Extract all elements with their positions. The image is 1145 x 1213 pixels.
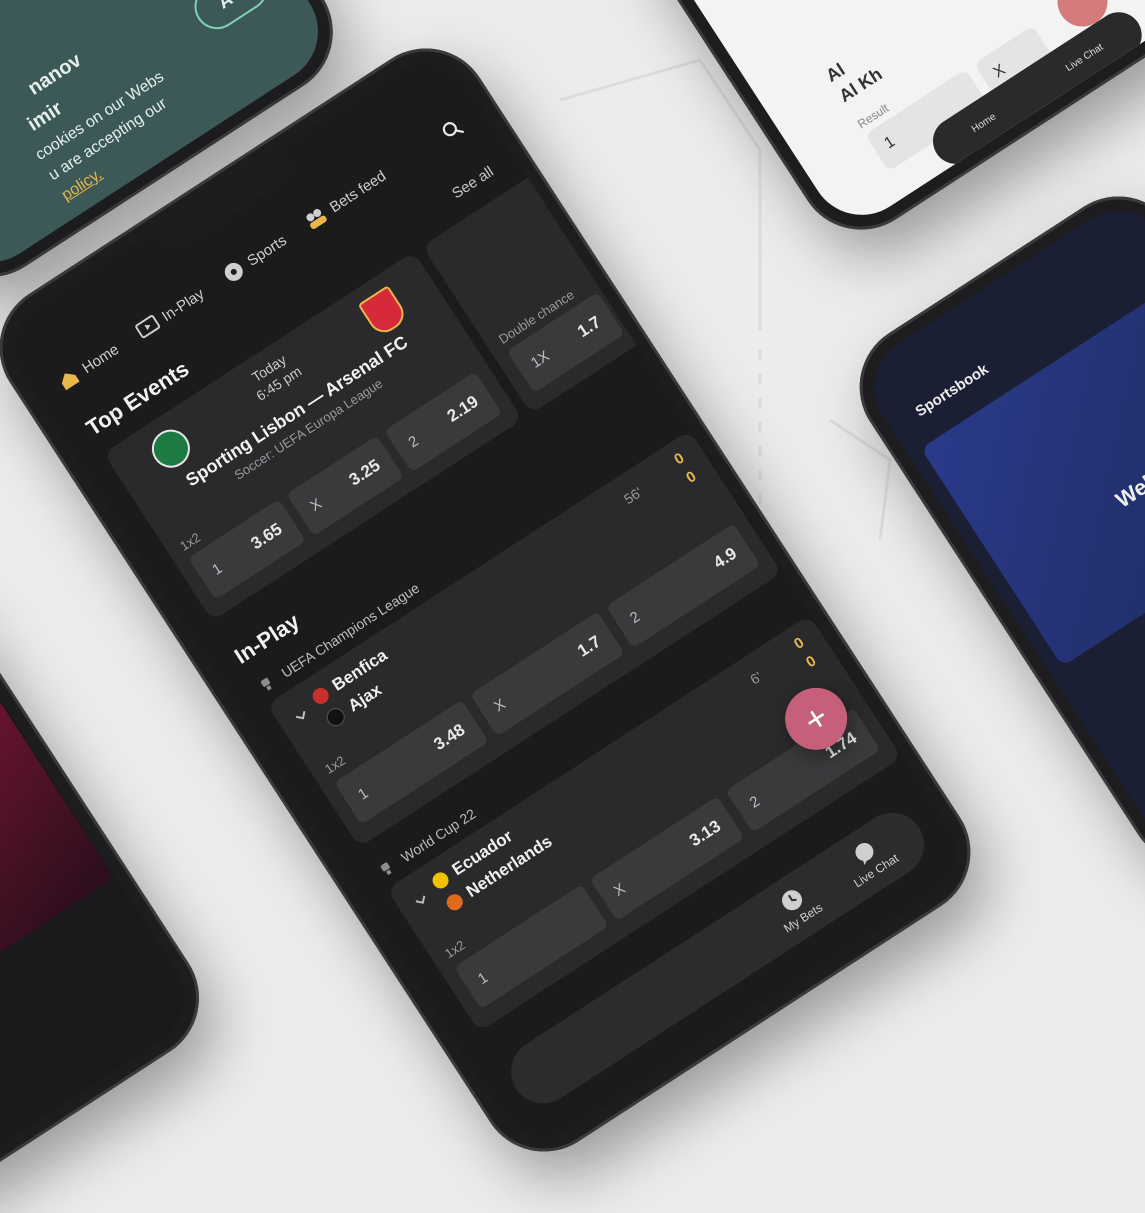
- nav-home-label: Home: [79, 340, 122, 377]
- odd-button-1x[interactable]: 1X 1.7: [506, 292, 625, 393]
- odd-button-x[interactable]: X 1.7: [469, 611, 625, 737]
- odd-button-2[interactable]: 2 4.9: [605, 523, 761, 649]
- odd-button-2[interactable]: 2 2.19: [384, 371, 503, 473]
- nav-inplay[interactable]: In-Play: [133, 283, 208, 343]
- odd-key: 1: [354, 784, 372, 804]
- play-icon: [133, 312, 163, 342]
- nav-live-chat[interactable]: Live Chat: [837, 830, 901, 890]
- match-minute: 6': [747, 668, 765, 688]
- odd-key: 1: [474, 968, 491, 988]
- nav-live-chat[interactable]: Live Chat: [1064, 41, 1105, 73]
- odd-key: 1: [208, 559, 226, 579]
- odd-value: 1.7: [574, 631, 605, 661]
- trophy-icon: [252, 669, 282, 699]
- odd-key: 2: [746, 792, 763, 812]
- soccer-ball-icon: [218, 257, 248, 287]
- odd-value: 3.13: [685, 816, 725, 851]
- home-icon: [53, 364, 83, 394]
- odd-key: 2: [626, 607, 643, 627]
- see-all-link[interactable]: See all: [449, 163, 497, 202]
- odd-value: 1.7: [574, 312, 605, 342]
- chevron-down-icon[interactable]: [407, 886, 437, 916]
- score-away: 0: [683, 467, 700, 487]
- chevron-down-icon[interactable]: [287, 701, 317, 731]
- odd-value: 3.65: [247, 519, 286, 554]
- odd-value: 4.9: [709, 543, 741, 573]
- odd-key: X: [307, 494, 325, 515]
- odd-key: X: [610, 879, 629, 900]
- score: 00: [790, 632, 821, 673]
- odd-value: 3.48: [430, 720, 469, 755]
- nav-home[interactable]: Home: [970, 111, 998, 135]
- users-icon: [301, 203, 331, 233]
- nav-sports-label: Sports: [243, 231, 290, 270]
- nav-sports[interactable]: Sports: [218, 229, 291, 287]
- ecuador-flag-icon: [429, 869, 452, 892]
- match-minute: 56': [620, 483, 645, 508]
- odd-key: X: [490, 695, 509, 715]
- trophy-icon: [371, 854, 401, 884]
- nav-bets-feed[interactable]: Bets feed: [301, 165, 390, 234]
- benfica-badge-icon: [309, 684, 332, 707]
- ajax-badge-icon: [323, 704, 349, 730]
- market-label: 1x2: [441, 937, 468, 962]
- odd-value: 3.25: [345, 455, 384, 490]
- nav-inplay-label: In-Play: [158, 285, 208, 325]
- search-icon[interactable]: [437, 115, 467, 145]
- odd-key: 2: [405, 432, 422, 451]
- name-top: nanov: [24, 49, 86, 100]
- odd-button-x[interactable]: X 3.13: [589, 796, 745, 921]
- odd-value: 2.19: [443, 391, 482, 426]
- odd-button-x[interactable]: X 3.25: [286, 435, 405, 537]
- score: 00: [670, 448, 701, 489]
- market-label: 1x2: [322, 752, 348, 777]
- accept-button[interactable]: AC: [185, 0, 276, 38]
- nav-home[interactable]: Home: [53, 338, 123, 394]
- odd-button-1[interactable]: 1: [453, 884, 609, 1010]
- nav-my-bets[interactable]: My Bets: [767, 879, 825, 935]
- odd-key: 1X: [527, 347, 553, 372]
- score-away: 0: [803, 652, 820, 672]
- netherlands-flag-icon: [443, 891, 466, 914]
- odd-button-1[interactable]: 1 3.65: [188, 499, 306, 600]
- nav-bets-feed-label: Bets feed: [326, 167, 389, 216]
